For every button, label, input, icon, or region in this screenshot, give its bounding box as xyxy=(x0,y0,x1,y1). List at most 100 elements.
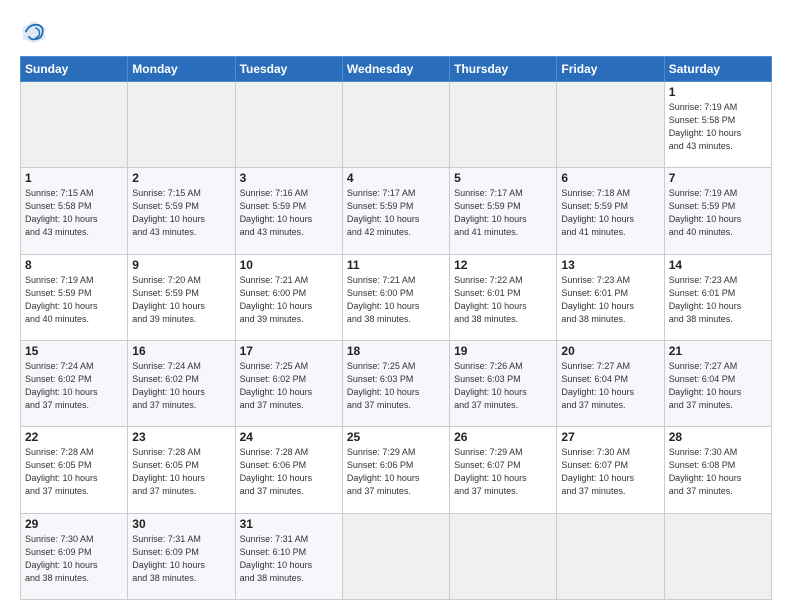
day-info: Sunrise: 7:24 AMSunset: 6:02 PMDaylight:… xyxy=(132,361,205,410)
calendar-week-2: 8 Sunrise: 7:19 AMSunset: 5:59 PMDayligh… xyxy=(21,254,772,340)
calendar-cell: 7 Sunrise: 7:19 AMSunset: 5:59 PMDayligh… xyxy=(664,168,771,254)
day-number: 25 xyxy=(347,430,445,444)
day-info: Sunrise: 7:21 AMSunset: 6:00 PMDaylight:… xyxy=(240,275,313,324)
day-number: 31 xyxy=(240,517,338,531)
day-number: 19 xyxy=(454,344,552,358)
day-number: 16 xyxy=(132,344,230,358)
day-info: Sunrise: 7:31 AMSunset: 6:09 PMDaylight:… xyxy=(132,534,205,583)
calendar-cell: 8 Sunrise: 7:19 AMSunset: 5:59 PMDayligh… xyxy=(21,254,128,340)
day-info: Sunrise: 7:18 AMSunset: 5:59 PMDaylight:… xyxy=(561,188,634,237)
day-number: 1 xyxy=(669,85,767,99)
calendar-cell: 19 Sunrise: 7:26 AMSunset: 6:03 PMDaylig… xyxy=(450,340,557,426)
day-info: Sunrise: 7:26 AMSunset: 6:03 PMDaylight:… xyxy=(454,361,527,410)
day-info: Sunrise: 7:29 AMSunset: 6:07 PMDaylight:… xyxy=(454,447,527,496)
day-number: 10 xyxy=(240,258,338,272)
logo xyxy=(20,18,52,46)
calendar-body: 1 Sunrise: 7:19 AMSunset: 5:58 PMDayligh… xyxy=(21,82,772,600)
calendar-week-3: 15 Sunrise: 7:24 AMSunset: 6:02 PMDaylig… xyxy=(21,340,772,426)
calendar-header: SundayMondayTuesdayWednesdayThursdayFrid… xyxy=(21,57,772,82)
day-info: Sunrise: 7:30 AMSunset: 6:07 PMDaylight:… xyxy=(561,447,634,496)
day-info: Sunrise: 7:19 AMSunset: 5:59 PMDaylight:… xyxy=(25,275,98,324)
calendar-cell xyxy=(664,513,771,599)
calendar-cell: 1 Sunrise: 7:15 AMSunset: 5:58 PMDayligh… xyxy=(21,168,128,254)
day-number: 29 xyxy=(25,517,123,531)
day-number: 27 xyxy=(561,430,659,444)
day-number: 13 xyxy=(561,258,659,272)
calendar-cell: 28 Sunrise: 7:30 AMSunset: 6:08 PMDaylig… xyxy=(664,427,771,513)
weekday-header-tuesday: Tuesday xyxy=(235,57,342,82)
day-info: Sunrise: 7:15 AMSunset: 5:58 PMDaylight:… xyxy=(25,188,98,237)
calendar-cell: 24 Sunrise: 7:28 AMSunset: 6:06 PMDaylig… xyxy=(235,427,342,513)
calendar-week-5: 29 Sunrise: 7:30 AMSunset: 6:09 PMDaylig… xyxy=(21,513,772,599)
calendar-table: SundayMondayTuesdayWednesdayThursdayFrid… xyxy=(20,56,772,600)
day-info: Sunrise: 7:23 AMSunset: 6:01 PMDaylight:… xyxy=(561,275,634,324)
calendar-cell: 5 Sunrise: 7:17 AMSunset: 5:59 PMDayligh… xyxy=(450,168,557,254)
calendar-cell: 9 Sunrise: 7:20 AMSunset: 5:59 PMDayligh… xyxy=(128,254,235,340)
weekday-header-saturday: Saturday xyxy=(664,57,771,82)
calendar-cell xyxy=(21,82,128,168)
day-number: 22 xyxy=(25,430,123,444)
calendar-cell: 4 Sunrise: 7:17 AMSunset: 5:59 PMDayligh… xyxy=(342,168,449,254)
calendar-cell xyxy=(235,82,342,168)
calendar-cell: 18 Sunrise: 7:25 AMSunset: 6:03 PMDaylig… xyxy=(342,340,449,426)
calendar-cell: 13 Sunrise: 7:23 AMSunset: 6:01 PMDaylig… xyxy=(557,254,664,340)
day-info: Sunrise: 7:15 AMSunset: 5:59 PMDaylight:… xyxy=(132,188,205,237)
day-number: 26 xyxy=(454,430,552,444)
calendar-cell: 2 Sunrise: 7:15 AMSunset: 5:59 PMDayligh… xyxy=(128,168,235,254)
day-info: Sunrise: 7:30 AMSunset: 6:08 PMDaylight:… xyxy=(669,447,742,496)
day-number: 1 xyxy=(25,171,123,185)
day-number: 4 xyxy=(347,171,445,185)
calendar-cell: 16 Sunrise: 7:24 AMSunset: 6:02 PMDaylig… xyxy=(128,340,235,426)
calendar-cell: 15 Sunrise: 7:24 AMSunset: 6:02 PMDaylig… xyxy=(21,340,128,426)
calendar-cell xyxy=(557,513,664,599)
calendar-cell: 14 Sunrise: 7:23 AMSunset: 6:01 PMDaylig… xyxy=(664,254,771,340)
calendar-cell xyxy=(450,513,557,599)
day-number: 5 xyxy=(454,171,552,185)
day-info: Sunrise: 7:31 AMSunset: 6:10 PMDaylight:… xyxy=(240,534,313,583)
day-info: Sunrise: 7:27 AMSunset: 6:04 PMDaylight:… xyxy=(561,361,634,410)
day-info: Sunrise: 7:17 AMSunset: 5:59 PMDaylight:… xyxy=(454,188,527,237)
calendar-cell: 10 Sunrise: 7:21 AMSunset: 6:00 PMDaylig… xyxy=(235,254,342,340)
calendar-cell: 17 Sunrise: 7:25 AMSunset: 6:02 PMDaylig… xyxy=(235,340,342,426)
day-number: 14 xyxy=(669,258,767,272)
day-number: 2 xyxy=(132,171,230,185)
calendar-cell: 22 Sunrise: 7:28 AMSunset: 6:05 PMDaylig… xyxy=(21,427,128,513)
day-info: Sunrise: 7:23 AMSunset: 6:01 PMDaylight:… xyxy=(669,275,742,324)
calendar-week-1: 1 Sunrise: 7:15 AMSunset: 5:58 PMDayligh… xyxy=(21,168,772,254)
day-number: 18 xyxy=(347,344,445,358)
weekday-header-row: SundayMondayTuesdayWednesdayThursdayFrid… xyxy=(21,57,772,82)
day-info: Sunrise: 7:28 AMSunset: 6:06 PMDaylight:… xyxy=(240,447,313,496)
day-info: Sunrise: 7:27 AMSunset: 6:04 PMDaylight:… xyxy=(669,361,742,410)
day-info: Sunrise: 7:19 AMSunset: 5:58 PMDaylight:… xyxy=(669,102,742,151)
day-number: 15 xyxy=(25,344,123,358)
day-number: 12 xyxy=(454,258,552,272)
calendar-cell: 21 Sunrise: 7:27 AMSunset: 6:04 PMDaylig… xyxy=(664,340,771,426)
day-number: 3 xyxy=(240,171,338,185)
calendar-cell: 26 Sunrise: 7:29 AMSunset: 6:07 PMDaylig… xyxy=(450,427,557,513)
day-info: Sunrise: 7:22 AMSunset: 6:01 PMDaylight:… xyxy=(454,275,527,324)
calendar-cell: 3 Sunrise: 7:16 AMSunset: 5:59 PMDayligh… xyxy=(235,168,342,254)
calendar-cell xyxy=(557,82,664,168)
day-info: Sunrise: 7:28 AMSunset: 6:05 PMDaylight:… xyxy=(132,447,205,496)
day-info: Sunrise: 7:28 AMSunset: 6:05 PMDaylight:… xyxy=(25,447,98,496)
day-number: 30 xyxy=(132,517,230,531)
day-number: 11 xyxy=(347,258,445,272)
header xyxy=(20,18,772,46)
logo-icon xyxy=(20,18,48,46)
calendar-cell xyxy=(450,82,557,168)
day-number: 7 xyxy=(669,171,767,185)
day-number: 23 xyxy=(132,430,230,444)
weekday-header-monday: Monday xyxy=(128,57,235,82)
day-number: 8 xyxy=(25,258,123,272)
day-number: 24 xyxy=(240,430,338,444)
calendar-week-0: 1 Sunrise: 7:19 AMSunset: 5:58 PMDayligh… xyxy=(21,82,772,168)
calendar-cell: 30 Sunrise: 7:31 AMSunset: 6:09 PMDaylig… xyxy=(128,513,235,599)
calendar-cell: 23 Sunrise: 7:28 AMSunset: 6:05 PMDaylig… xyxy=(128,427,235,513)
day-info: Sunrise: 7:25 AMSunset: 6:02 PMDaylight:… xyxy=(240,361,313,410)
calendar-cell: 29 Sunrise: 7:30 AMSunset: 6:09 PMDaylig… xyxy=(21,513,128,599)
day-info: Sunrise: 7:25 AMSunset: 6:03 PMDaylight:… xyxy=(347,361,420,410)
weekday-header-wednesday: Wednesday xyxy=(342,57,449,82)
weekday-header-thursday: Thursday xyxy=(450,57,557,82)
day-info: Sunrise: 7:17 AMSunset: 5:59 PMDaylight:… xyxy=(347,188,420,237)
day-number: 28 xyxy=(669,430,767,444)
